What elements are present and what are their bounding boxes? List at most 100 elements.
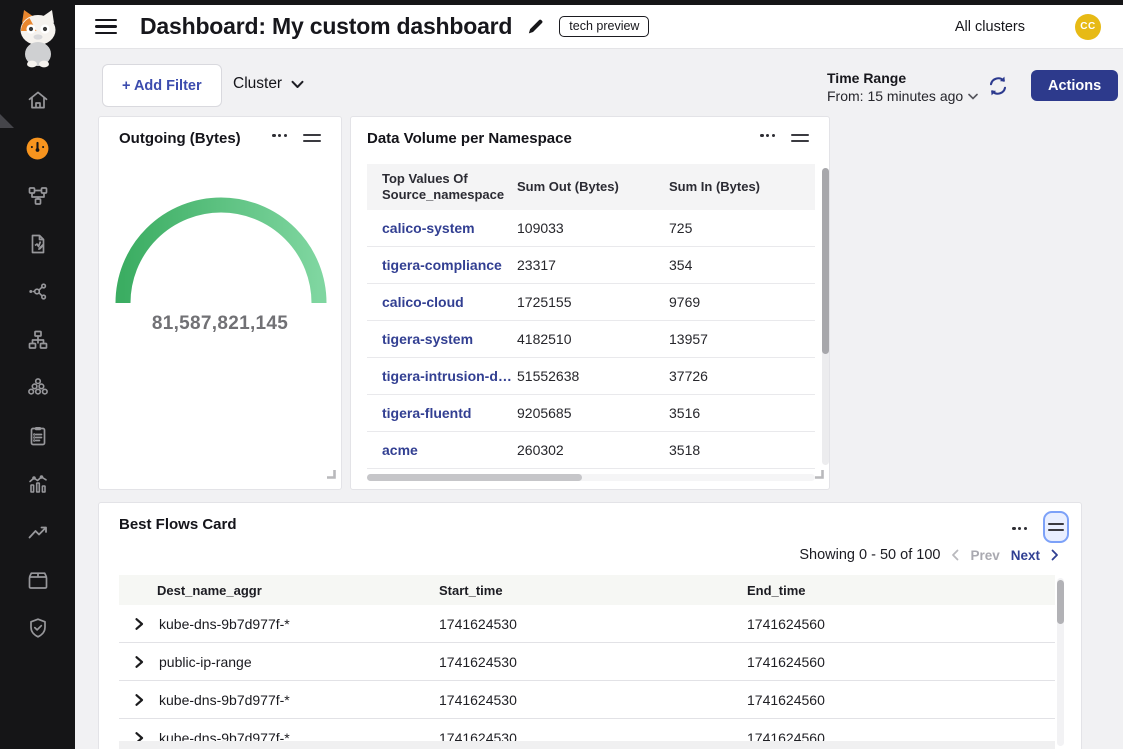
column-header: Dest_name_aggr xyxy=(119,583,439,598)
sidebar-item-service-graph[interactable] xyxy=(0,172,75,220)
table-header-row: Top Values Of Source_namespace Sum Out (… xyxy=(367,164,815,210)
cluster-filter-label: Cluster xyxy=(233,75,282,93)
calico-cat-logo[interactable] xyxy=(0,0,75,76)
table-row: tigera-intrusion-d… 51552638 37726 xyxy=(367,358,815,395)
service-graph-icon xyxy=(26,184,50,208)
table-row: tigera-compliance 23317 354 xyxy=(367,247,815,284)
namespace-link[interactable]: calico-system xyxy=(367,220,517,236)
table-row: tigera-system 4182510 13957 xyxy=(367,321,815,358)
column-header: End_time xyxy=(747,583,1055,598)
top-strip xyxy=(0,0,1123,5)
column-header: Sum In (Bytes) xyxy=(669,179,808,195)
card-title: Best Flows Card xyxy=(119,516,237,533)
cluster-selector[interactable]: All clusters xyxy=(955,19,1025,35)
time-range-value[interactable]: From: 15 minutes ago xyxy=(827,88,978,104)
sidebar-item-clusters[interactable] xyxy=(0,364,75,412)
namespace-link[interactable]: tigera-compliance xyxy=(367,257,517,273)
shield-check-icon xyxy=(26,616,50,640)
data-volume-card: Data Volume per Namespace Top Values Of … xyxy=(350,116,830,490)
sum-out-value: 51552638 xyxy=(517,368,669,384)
end-time: 1741624560 xyxy=(747,692,1055,708)
card-title: Data Volume per Namespace xyxy=(367,130,572,147)
dest-name: kube-dns-9b7d977f-* xyxy=(159,616,290,632)
start-time: 1741624530 xyxy=(439,692,747,708)
sidebar xyxy=(0,0,75,749)
sidebar-item-flow-visualizer[interactable] xyxy=(0,268,75,316)
end-time: 1741624560 xyxy=(747,730,1055,742)
next-page-button[interactable]: Next xyxy=(1011,548,1040,563)
vertical-scrollbar[interactable] xyxy=(822,168,829,465)
add-filter-button[interactable]: + Add Filter xyxy=(102,64,222,107)
sidebar-item-workloads[interactable] xyxy=(0,556,75,604)
end-time: 1741624560 xyxy=(747,616,1055,632)
document-edit-icon xyxy=(26,232,50,256)
box-icon xyxy=(26,568,50,592)
refresh-button[interactable] xyxy=(986,74,1010,98)
clipboard-list-icon xyxy=(26,424,50,448)
column-header: Top Values Of Source_namespace xyxy=(367,171,517,203)
expand-row-chevron-icon[interactable] xyxy=(132,655,146,669)
edit-dashboard-pencil-icon[interactable] xyxy=(526,17,545,36)
sum-out-value: 23317 xyxy=(517,257,669,273)
expand-row-chevron-icon[interactable] xyxy=(132,617,146,631)
end-time: 1741624560 xyxy=(747,654,1055,670)
table-header-row: Dest_name_aggr Start_time End_time xyxy=(119,575,1055,605)
column-header: Sum Out (Bytes) xyxy=(517,179,669,195)
dest-name: kube-dns-9b7d977f-* xyxy=(159,692,290,708)
menu-hamburger-icon[interactable] xyxy=(95,19,117,35)
sidebar-item-policies[interactable] xyxy=(0,220,75,268)
gauge-value: 81,587,821,145 xyxy=(99,313,341,335)
cluster-nodes-icon xyxy=(26,376,50,400)
sum-in-value: 3516 xyxy=(669,405,808,421)
namespace-link[interactable]: acme xyxy=(367,442,517,458)
pagination: Showing 0 - 50 of 100 Prev Next xyxy=(799,547,1059,563)
cluster-filter-dropdown[interactable]: Cluster xyxy=(233,75,304,93)
table-row: tigera-fluentd 9205685 3516 xyxy=(367,395,815,432)
sum-in-value: 37726 xyxy=(669,368,808,384)
table-row: calico-cloud 1725155 9769 xyxy=(367,284,815,321)
actions-button[interactable]: Actions xyxy=(1031,70,1118,101)
card-menu-ellipsis-icon[interactable] xyxy=(1008,523,1031,534)
horizontal-scrollbar[interactable] xyxy=(119,741,1055,749)
expand-row-chevron-icon[interactable] xyxy=(132,731,146,742)
sum-out-value: 109033 xyxy=(517,220,669,236)
namespace-link[interactable]: tigera-intrusion-d… xyxy=(367,368,517,384)
card-menu-ellipsis-icon[interactable] xyxy=(268,130,291,141)
dest-name: kube-dns-9b7d977f-* xyxy=(159,730,290,742)
sidebar-item-trends[interactable] xyxy=(0,508,75,556)
sidebar-item-dashboards-active[interactable] xyxy=(0,124,75,172)
namespace-link[interactable]: tigera-fluentd xyxy=(367,405,517,421)
sum-in-value: 725 xyxy=(669,220,808,236)
sum-in-value: 13957 xyxy=(669,331,808,347)
sidebar-item-sitemap[interactable] xyxy=(0,316,75,364)
table-row: acme 260302 3518 xyxy=(367,432,815,469)
card-resize-handle[interactable] xyxy=(813,466,824,484)
table-row: kube-dns-9b7d977f-* 1741624530 174162456… xyxy=(119,719,1055,741)
card-drag-handle-focused[interactable] xyxy=(1043,511,1069,543)
refresh-icon xyxy=(986,74,1010,98)
sum-in-value: 3518 xyxy=(669,442,808,458)
namespace-link[interactable]: tigera-system xyxy=(367,331,517,347)
dest-name: public-ip-range xyxy=(159,654,252,670)
card-menu-ellipsis-icon[interactable] xyxy=(756,130,779,141)
horizontal-scrollbar[interactable] xyxy=(367,474,815,481)
card-drag-handle-icon[interactable] xyxy=(787,130,813,146)
sum-out-value: 1725155 xyxy=(517,294,669,310)
prev-page-button[interactable]: Prev xyxy=(970,548,999,563)
sidebar-item-security[interactable] xyxy=(0,604,75,652)
card-drag-handle-icon[interactable] xyxy=(299,130,325,146)
sidebar-item-statistics[interactable] xyxy=(0,460,75,508)
gauge-chart xyxy=(115,175,327,311)
best-flows-card: Best Flows Card Showing 0 - 50 of 100 Pr… xyxy=(98,502,1082,749)
user-avatar[interactable]: CC xyxy=(1075,14,1101,40)
vertical-scrollbar[interactable] xyxy=(1057,578,1064,746)
sidebar-fold-decoration xyxy=(0,114,14,128)
start-time: 1741624530 xyxy=(439,616,747,632)
card-resize-handle[interactable] xyxy=(325,466,336,484)
sidebar-item-reports[interactable] xyxy=(0,412,75,460)
sum-in-value: 9769 xyxy=(669,294,808,310)
network-share-icon xyxy=(26,280,50,304)
expand-row-chevron-icon[interactable] xyxy=(132,693,146,707)
table-row: calico-system 109033 725 xyxy=(367,210,815,247)
namespace-link[interactable]: calico-cloud xyxy=(367,294,517,310)
